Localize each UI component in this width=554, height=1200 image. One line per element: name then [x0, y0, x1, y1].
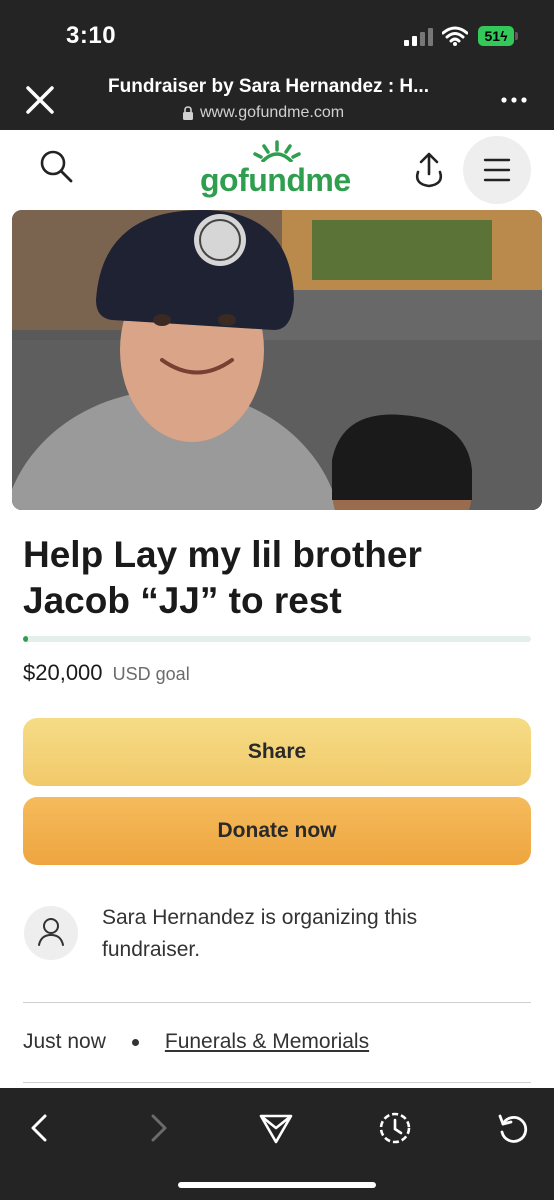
- cellular-signal-icon: [404, 28, 433, 46]
- donation-progress-bar: [23, 636, 531, 642]
- menu-button[interactable]: [463, 136, 531, 204]
- browser-header: Fundraiser by Sara Hernandez : H... www.…: [0, 70, 554, 130]
- campaign-title: Help Lay my lil brother Jacob “JJ” to re…: [23, 534, 422, 621]
- hero-photo-illustration: [12, 210, 542, 510]
- status-time: 3:10: [66, 22, 117, 49]
- battery-tip: [515, 32, 518, 40]
- url-display[interactable]: www.gofundme.com: [182, 104, 344, 122]
- user-icon: [38, 918, 64, 946]
- hamburger-menu-icon: [483, 158, 511, 182]
- gofundme-logo[interactable]: gofundme: [200, 140, 360, 200]
- chevron-right-icon[interactable]: [138, 1108, 178, 1148]
- lock-icon: [183, 106, 193, 120]
- send-icon[interactable]: [256, 1108, 296, 1148]
- campaign-meta: Just now Funerals & Memorials: [23, 1030, 369, 1054]
- posted-time: Just now: [23, 1030, 106, 1053]
- browser-page-title: Fundraiser by Sara Hernandez : H...: [108, 76, 429, 97]
- share-button[interactable]: Share: [23, 718, 531, 786]
- share-up-icon[interactable]: [410, 150, 448, 190]
- battery-indicator: 51ϟ: [478, 26, 514, 46]
- site-header: gofundme: [0, 130, 554, 210]
- more-horizontal-icon[interactable]: [500, 88, 528, 112]
- home-indicator: [178, 1182, 376, 1188]
- status-bar: 3:10 51ϟ: [0, 0, 554, 70]
- charging-icon: ϟ: [500, 28, 508, 44]
- reload-icon[interactable]: [494, 1108, 534, 1148]
- search-icon[interactable]: [38, 148, 74, 184]
- url-text: www.gofundme.com: [200, 104, 345, 121]
- organizer-text: Sara Hernandez is organizing this fundra…: [102, 906, 418, 961]
- category-link[interactable]: Funerals & Memorials: [165, 1030, 369, 1054]
- organizer-avatar: [24, 906, 78, 960]
- logo-text: gofundme: [200, 162, 351, 198]
- close-icon[interactable]: [22, 82, 58, 118]
- chevron-left-icon[interactable]: [20, 1108, 60, 1148]
- donation-progress-fill: [23, 636, 29, 642]
- logo-sun-icon: [253, 140, 301, 162]
- goal-amount: $20,000: [23, 660, 103, 685]
- donate-now-button[interactable]: Donate now: [23, 797, 531, 865]
- separator-dot: [131, 1038, 139, 1046]
- divider-top: [23, 1002, 531, 1003]
- goal-suffix: USD goal: [112, 664, 190, 684]
- wifi-icon: [442, 26, 468, 46]
- timer-icon[interactable]: [375, 1108, 415, 1148]
- battery-level: 51: [484, 28, 501, 44]
- divider-bottom: [23, 1082, 531, 1083]
- campaign-hero-photo: [12, 210, 542, 510]
- goal-row: $20,000 USD goal: [23, 660, 190, 686]
